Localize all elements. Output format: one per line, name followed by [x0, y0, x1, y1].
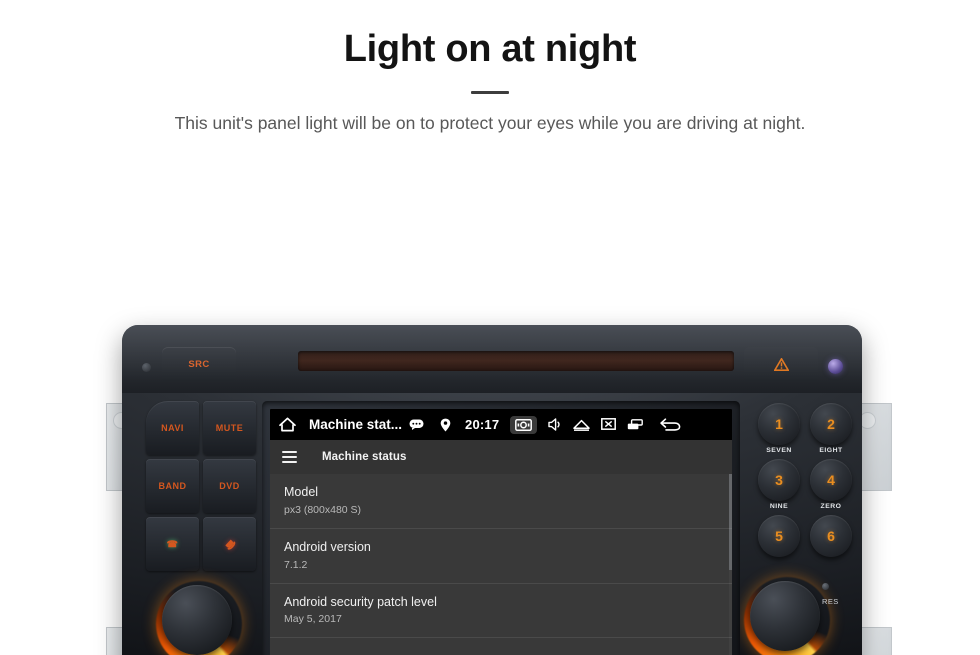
reset-label: RES: [822, 597, 839, 607]
number-button-1-sublabel: SEVEN: [766, 447, 792, 455]
band-button-label: BAND: [158, 481, 187, 492]
settings-list[interactable]: Model px3 (800x480 S) Android version 7.…: [270, 474, 732, 655]
hamburger-menu-icon[interactable]: [282, 451, 297, 464]
number-button-5[interactable]: 5: [758, 515, 800, 558]
list-item[interactable]: Android security patch level May 5, 2017: [270, 584, 732, 639]
hazard-button[interactable]: [744, 347, 818, 382]
panel-screw-icon: [142, 363, 151, 373]
home-icon[interactable]: [279, 417, 296, 432]
message-icon[interactable]: [409, 419, 424, 431]
list-item-value: May 5, 2017: [284, 613, 342, 626]
head-unit-chassis: SRC NAVI MUTE BAND DVD ☎ ☎ 1 2 SEVEN EIG…: [122, 325, 862, 655]
navi-button-label: NAVI: [161, 423, 184, 434]
volume-icon[interactable]: [548, 418, 562, 431]
src-button-label: SRC: [188, 358, 210, 370]
knob-cap: [162, 585, 232, 655]
top-panel: SRC: [122, 325, 862, 394]
list-item-title: Model: [284, 485, 319, 500]
number-button-6[interactable]: 6: [810, 515, 852, 558]
power-led-indicator: [828, 359, 843, 375]
title-divider: [471, 90, 509, 94]
recent-apps-icon[interactable]: [627, 419, 644, 430]
mute-button-label: MUTE: [215, 423, 244, 434]
number-button-2-label: 2: [827, 416, 835, 433]
list-scrollbar-track[interactable]: [729, 474, 732, 655]
page-subtitle: This unit's panel light will be on to pr…: [174, 112, 806, 133]
dvd-button-label: DVD: [219, 481, 240, 492]
number-button-3[interactable]: 3: [758, 459, 800, 502]
number-button-1[interactable]: 1: [758, 403, 800, 446]
list-item-title: Android version: [284, 539, 371, 554]
segment-display: [298, 351, 734, 372]
src-button[interactable]: SRC: [162, 347, 236, 382]
hazard-triangle-icon: [773, 357, 789, 371]
lcd-screen[interactable]: Machine stat... 20:17 Machine status Mod…: [270, 409, 732, 655]
screenshot-icon[interactable]: [510, 415, 538, 434]
navi-button[interactable]: NAVI: [146, 401, 199, 456]
list-item[interactable]: Android version 7.1.2: [270, 529, 732, 584]
band-button[interactable]: BAND: [146, 459, 199, 514]
number-button-4-label: 4: [827, 472, 835, 489]
number-button-1-label: 1: [775, 416, 783, 433]
app-action-bar: Machine status: [270, 440, 732, 475]
call-end-button[interactable]: ☎: [203, 517, 256, 572]
list-item-value: 7.1.2: [284, 558, 308, 571]
call-answer-button[interactable]: ☎: [146, 517, 199, 572]
list-item-title: Android security patch level: [284, 594, 437, 609]
list-item[interactable]: [270, 638, 732, 655]
number-button-6-label: 6: [827, 528, 835, 545]
volume-power-knob[interactable]: [156, 581, 242, 655]
android-status-bar: Machine stat... 20:17: [270, 409, 732, 441]
dvd-button[interactable]: DVD: [203, 459, 256, 514]
number-button-3-sublabel: NINE: [769, 503, 789, 511]
page-title: Light on at night: [343, 28, 637, 70]
tune-select-knob[interactable]: [744, 577, 830, 655]
location-pin-icon: [440, 418, 451, 432]
promo-header: Light on at night This unit's panel ligh…: [0, 0, 980, 135]
number-button-4[interactable]: 4: [810, 459, 852, 502]
back-arrow-icon[interactable]: [660, 418, 681, 431]
number-button-5-label: 5: [775, 528, 783, 545]
phone-end-icon: ☎: [222, 536, 238, 553]
number-button-2-sublabel: EIGHT: [819, 447, 843, 455]
eject-icon[interactable]: [573, 419, 591, 431]
product-photo: SRC NAVI MUTE BAND DVD ☎ ☎ 1 2 SEVEN EIG…: [0, 145, 980, 655]
status-bar-title: Machine stat...: [309, 417, 403, 433]
number-button-2[interactable]: 2: [810, 403, 852, 446]
screen-off-icon[interactable]: [601, 418, 617, 431]
screen-bezel: Machine stat... 20:17 Machine status Mod…: [262, 401, 740, 655]
app-title: Machine status: [322, 451, 407, 464]
list-item-value: px3 (800x480 S): [284, 503, 362, 516]
status-bar-clock: 20:17: [465, 417, 500, 433]
mute-button[interactable]: MUTE: [203, 401, 256, 456]
number-button-3-label: 3: [775, 472, 783, 489]
numeric-keypad: 1 2 SEVEN EIGHT 3 4 NINE ZERO 5 6: [758, 403, 854, 569]
knob-cap: [750, 581, 820, 652]
phone-answer-icon: ☎: [166, 538, 179, 549]
number-button-4-sublabel: ZERO: [820, 503, 842, 511]
left-key-cluster: NAVI MUTE BAND DVD ☎ ☎: [146, 401, 256, 572]
list-scrollbar-thumb[interactable]: [729, 474, 732, 571]
list-item[interactable]: Model px3 (800x480 S): [270, 474, 732, 529]
